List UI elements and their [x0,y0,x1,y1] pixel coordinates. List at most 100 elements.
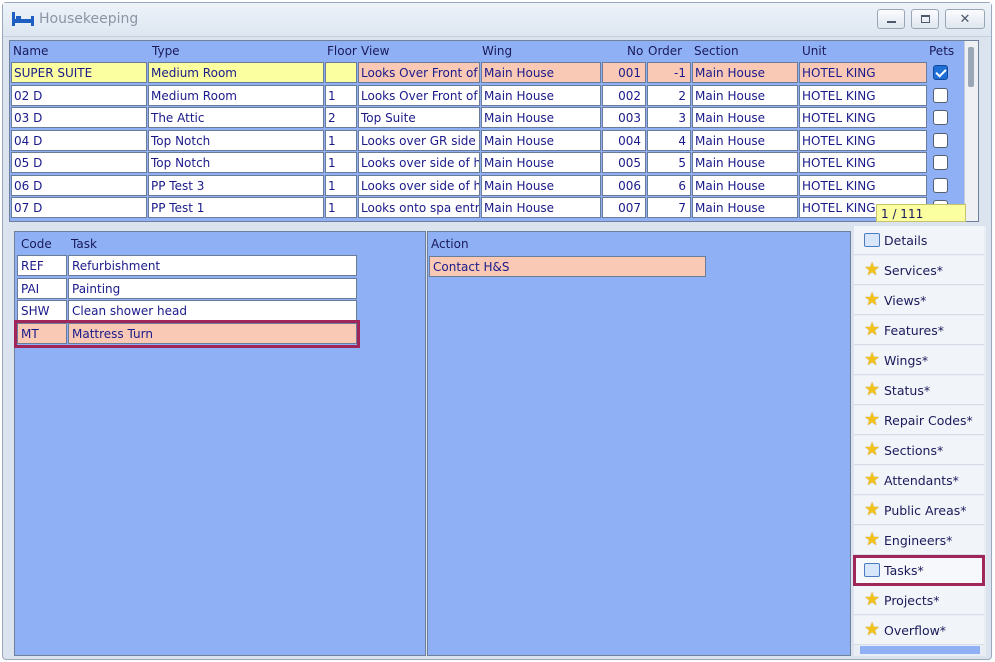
nav-item-overflow[interactable]: ★ Overflow* [854,616,984,645]
task-row[interactable]: PAI Painting [17,277,357,300]
cell-floor[interactable]: 1 [325,152,357,173]
cell-no[interactable]: 006 [602,174,646,196]
column-header-view[interactable]: View [361,44,389,58]
cell-order[interactable]: 3 [647,107,691,128]
cell-wing[interactable]: Main House [481,84,601,106]
cell-task[interactable]: Refurbishment [68,255,357,276]
cell-order[interactable]: 2 [647,84,691,106]
cell-no[interactable]: 004 [602,129,646,151]
cell-task[interactable]: Painting [68,277,357,299]
nav-item-attendants[interactable]: ★ Attendants* [854,466,984,495]
column-header-section[interactable]: Section [694,44,739,58]
cell-section[interactable]: Main House [692,152,798,173]
tasks-grid[interactable]: Code Task REF Refurbishment PAI Painting SHW… [14,231,426,656]
pets-checkbox[interactable] [933,155,948,170]
cell-type[interactable]: The Attic [148,107,324,128]
cell-no[interactable]: 001 [602,62,646,83]
pets-checkbox[interactable] [933,65,948,80]
cell-no[interactable]: 003 [602,107,646,128]
nav-item-tasks[interactable]: Tasks* [853,555,985,586]
cell-unit[interactable]: HOTEL KING [799,62,927,83]
cell-no[interactable]: 007 [602,197,646,218]
column-header-type[interactable]: Type [152,44,180,58]
table-row[interactable]: SUPER SUITE Medium Room Looks Over Front o… [10,62,965,84]
cell-no[interactable]: 005 [602,152,646,173]
cell-view[interactable]: Looks Over Front of [358,62,480,83]
column-header-order[interactable]: Order [648,44,682,58]
cell-section[interactable]: Main House [692,197,798,218]
cell-no[interactable]: 002 [602,84,646,106]
maximize-button[interactable] [911,9,939,29]
cell-floor[interactable]: 1 [325,174,357,196]
cell-floor[interactable]: 1 [325,129,357,151]
cell-view[interactable]: Looks over side of h [358,152,480,173]
cell-type[interactable]: Top Notch [148,129,324,151]
action-row[interactable]: Contact H&S [429,256,706,277]
nav-item-features[interactable]: ★ Features* [854,316,984,345]
cell-wing[interactable]: Main House [481,174,601,196]
column-header-unit[interactable]: Unit [802,44,826,58]
actions-grid[interactable]: Action Contact H&S [427,231,851,656]
cell-type[interactable]: PP Test 1 [148,197,324,218]
cell-view[interactable]: Looks onto spa entr [358,197,480,218]
cell-wing[interactable]: Main House [481,107,601,128]
cell-order[interactable]: 7 [647,197,691,218]
cell-section[interactable]: Main House [692,62,798,83]
cell-name[interactable]: 03 D [11,107,147,128]
minimize-button[interactable] [877,9,905,29]
cell-name[interactable]: SUPER SUITE [11,62,147,83]
cell-unit[interactable]: HOTEL KING [799,84,927,106]
scrollbar-thumb[interactable] [968,47,974,87]
cell-floor[interactable]: 2 [325,107,357,128]
nav-item-services[interactable]: ★ Services* [854,256,984,285]
cell-floor[interactable]: 1 [325,197,357,218]
rooms-scrollbar[interactable] [964,41,978,221]
cell-type[interactable]: PP Test 3 [148,174,324,196]
column-header-pets[interactable]: Pets [929,44,954,58]
table-row[interactable]: 05 D Top Notch 1 Looks over side of h Main H… [10,152,965,174]
close-button[interactable]: ✕ [945,9,985,29]
cell-code[interactable]: PAI [17,277,67,299]
cell-wing[interactable]: Main House [481,129,601,151]
table-row[interactable]: 04 D Top Notch 1 Looks over GR side Main Hou… [10,129,965,152]
cell-task[interactable]: Mattress Turn [68,322,357,344]
nav-item-wings[interactable]: ★ Wings* [854,346,984,375]
cell-name[interactable]: 07 D [11,197,147,218]
cell-floor[interactable]: 1 [325,84,357,106]
cell-code[interactable]: MT [17,322,67,344]
task-row[interactable]: MT Mattress Turn [14,319,360,348]
cell-order[interactable]: 6 [647,174,691,196]
cell-view[interactable]: Looks over side of h [358,174,480,196]
table-row[interactable]: 07 D PP Test 1 1 Looks onto spa entr Main Ho… [10,197,965,219]
cell-order[interactable]: 5 [647,152,691,173]
column-header-no[interactable]: No [627,44,643,58]
task-row[interactable]: SHW Clean shower head [17,300,357,322]
cell-name[interactable]: 02 D [11,84,147,106]
cell-type[interactable]: Top Notch [148,152,324,173]
table-row[interactable]: 02 D Medium Room 1 Looks Over Front of Main … [10,84,965,107]
cell-name[interactable]: 05 D [11,152,147,173]
cell-type[interactable]: Medium Room [148,84,324,106]
cell-view[interactable]: Looks over GR side [358,129,480,151]
cell-view[interactable]: Top Suite [358,107,480,128]
cell-task[interactable]: Clean shower head [68,300,357,321]
table-row[interactable]: 06 D PP Test 3 1 Looks over side of h Main H… [10,174,965,197]
cell-unit[interactable]: HOTEL KING [799,129,927,151]
cell-view[interactable]: Looks Over Front of [358,84,480,106]
nav-item-engineers[interactable]: ★ Engineers* [854,526,984,555]
cell-name[interactable]: 04 D [11,129,147,151]
cell-wing[interactable]: Main House [481,62,601,83]
cell-section[interactable]: Main House [692,174,798,196]
cell-type[interactable]: Medium Room [148,62,324,83]
rooms-grid[interactable]: Name Type Floor View Wing No Order Secti… [9,40,979,222]
column-header-wing[interactable]: Wing [482,44,512,58]
cell-order[interactable]: 4 [647,129,691,151]
nav-item-status[interactable]: ★ Status* [854,376,984,405]
nav-item-sections[interactable]: ★ Sections* [854,436,984,465]
cell-section[interactable]: Main House [692,129,798,151]
pets-checkbox[interactable] [933,132,948,148]
column-header-floor[interactable]: Floor [327,44,357,58]
nav-item-repair-codes[interactable]: ★ Repair Codes* [854,406,984,435]
column-header-task[interactable]: Task [71,237,97,251]
cell-unit[interactable]: HOTEL KING [799,152,927,173]
